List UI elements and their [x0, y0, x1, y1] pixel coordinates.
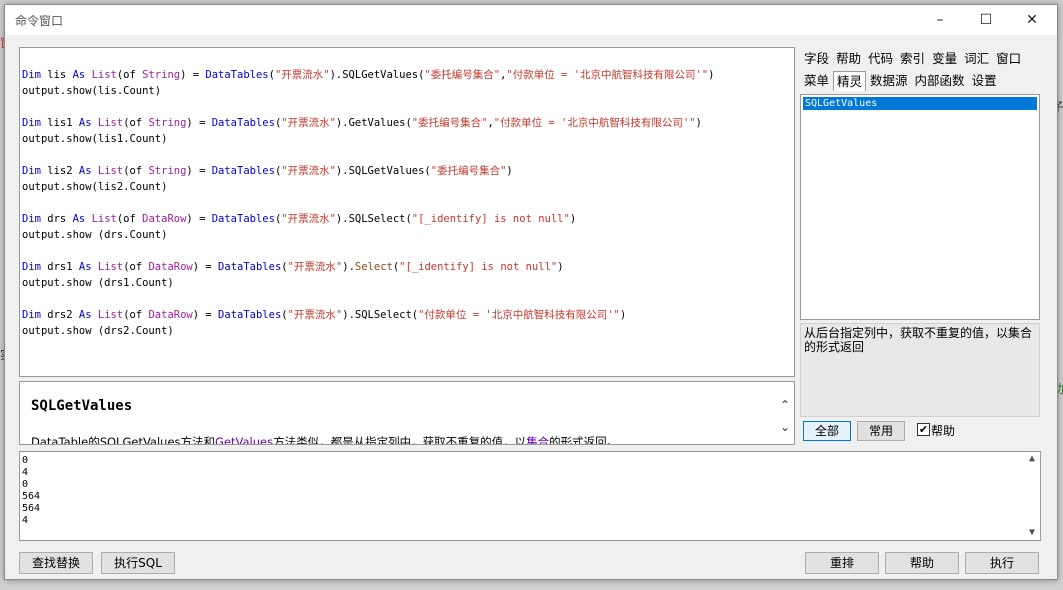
- help-checkbox[interactable]: ✔: [917, 423, 930, 436]
- output-panel[interactable]: ▲ ▼ 0 4 0 564 564 4: [19, 451, 1041, 541]
- code-line[interactable]: output.show (drs2.Count): [22, 323, 794, 339]
- code-blank-line[interactable]: [22, 99, 794, 115]
- output-line: 4: [22, 515, 29, 526]
- code-editor[interactable]: Dim lis As List(of String) = DataTables(…: [19, 47, 795, 377]
- help-panel: SQLGetValues DataTable的SQLGetValues方法和Ge…: [19, 381, 795, 445]
- window-title: 命令窗口: [15, 14, 64, 28]
- tab-内部函数[interactable]: 内部函数: [912, 71, 968, 91]
- tab-字段[interactable]: 字段: [801, 49, 832, 69]
- tab-设置[interactable]: 设置: [969, 71, 1000, 91]
- code-blank-line[interactable]: [22, 147, 794, 163]
- tab-窗口[interactable]: 窗口: [993, 49, 1024, 69]
- wizard-list[interactable]: SQLGetValues: [800, 94, 1040, 320]
- filter-common-button[interactable]: 常用: [857, 421, 905, 441]
- code-blank-line[interactable]: [22, 291, 794, 307]
- minimize-button[interactable]: –: [917, 5, 963, 35]
- output-line: 4: [22, 467, 29, 478]
- tab-索引[interactable]: 索引: [897, 49, 928, 69]
- output-line: 0: [22, 479, 29, 490]
- code-line[interactable]: output.show (drs.Count): [22, 227, 794, 243]
- help-link-collection[interactable]: 集合: [526, 435, 549, 444]
- code-line[interactable]: Dim drs As List(of DataRow) = DataTables…: [22, 211, 794, 227]
- help-checkbox-label: 帮助: [931, 424, 956, 438]
- help-link-getvalues[interactable]: GetValues: [215, 435, 273, 444]
- code-line[interactable]: Dim drs1 As List(of DataRow) = DataTable…: [22, 259, 794, 275]
- scroll-up-icon[interactable]: ▲: [1025, 453, 1039, 465]
- close-icon: ✕: [1026, 12, 1038, 28]
- output-line: 564: [22, 491, 41, 502]
- filter-all-button[interactable]: 全部: [803, 421, 851, 441]
- maximize-button[interactable]: ☐: [963, 5, 1009, 35]
- code-line[interactable]: output.show(lis2.Count): [22, 179, 794, 195]
- tab-数据源[interactable]: 数据源: [867, 71, 911, 91]
- output-scrollbar[interactable]: ▲ ▼: [1025, 453, 1039, 539]
- output-line: 564: [22, 503, 41, 514]
- minimize-icon: –: [936, 12, 944, 28]
- code-blank-line[interactable]: [22, 243, 794, 259]
- exec-sql-button[interactable]: 执行SQL: [101, 552, 175, 574]
- help-text-part: 的形式返回。: [549, 435, 619, 445]
- title-bar[interactable]: 命令窗口 – ☐ ✕: [5, 5, 1057, 35]
- close-button[interactable]: ✕: [1009, 5, 1055, 35]
- execute-button[interactable]: 执行: [965, 552, 1039, 574]
- help-text: DataTable的SQLGetValues方法和GetValues方法类似，都…: [31, 434, 619, 445]
- code-line[interactable]: Dim lis2 As List(of String) = DataTables…: [22, 163, 794, 179]
- scroll-down-icon[interactable]: ▼: [1025, 527, 1039, 539]
- code-blank-line[interactable]: [22, 195, 794, 211]
- tab-代码[interactable]: 代码: [865, 49, 896, 69]
- tab-row-1: 字段 帮助 代码 索引 变量 词汇 窗口: [801, 49, 1025, 69]
- help-text-part: DataTable的SQLGetValues方法和: [31, 435, 216, 445]
- tab-词汇[interactable]: 词汇: [961, 49, 992, 69]
- find-replace-button[interactable]: 查找替换: [19, 552, 93, 574]
- help-button[interactable]: 帮助: [885, 552, 959, 574]
- tab-精灵[interactable]: 精灵: [833, 71, 867, 91]
- code-line[interactable]: output.show(lis.Count): [22, 83, 794, 99]
- wizard-description: 从后台指定列中，获取不重复的值，以集合的形式返回: [800, 323, 1040, 417]
- code-line[interactable]: output.show (drs1.Count): [22, 275, 794, 291]
- command-window: 命令窗口 – ☐ ✕ Dim lis As List(of String) = …: [4, 4, 1058, 580]
- help-scrollbar[interactable]: ⌃ ⌄: [778, 394, 792, 438]
- tab-帮助[interactable]: 帮助: [833, 49, 864, 69]
- tab-变量[interactable]: 变量: [929, 49, 960, 69]
- output-line: 0: [22, 455, 29, 466]
- tab-row-2: 菜单 精灵 数据源 内部函数 设置: [801, 71, 1001, 91]
- code-line[interactable]: output.show(lis1.Count): [22, 131, 794, 147]
- scroll-down-icon[interactable]: ⌄: [778, 416, 792, 438]
- rearrange-button[interactable]: 重排: [805, 552, 879, 574]
- scroll-up-icon[interactable]: ⌃: [778, 394, 792, 416]
- tab-菜单[interactable]: 菜单: [801, 71, 832, 91]
- code-line[interactable]: Dim lis As List(of String) = DataTables(…: [22, 67, 794, 83]
- help-text-part: 方法类似，都是从指定列中，获取不重复的值，以: [273, 435, 527, 445]
- code-line[interactable]: Dim drs2 As List(of DataRow) = DataTable…: [22, 307, 794, 323]
- maximize-icon: ☐: [979, 12, 993, 28]
- help-title: SQLGetValues: [31, 398, 133, 414]
- code-line[interactable]: Dim lis1 As List(of String) = DataTables…: [22, 115, 794, 131]
- list-item-selected[interactable]: SQLGetValues: [803, 97, 1037, 110]
